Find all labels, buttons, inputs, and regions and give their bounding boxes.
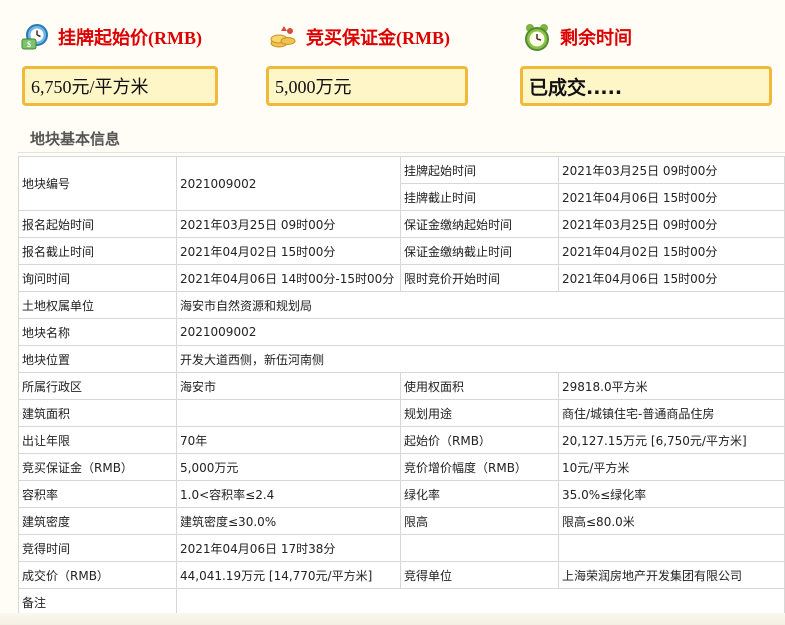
cell-value: 5,000万元 [176,453,401,481]
table-row: 地块名称 2021009002 [18,318,785,346]
cell-value: 开发大道西侧，新伍河南侧 [176,345,785,373]
cell-value: 限高≤80.0米 [558,507,785,535]
cell-value: 建筑密度≤30.0% [176,507,401,535]
table-row: 竞买保证金（RMB） 5,000万元 竞价增价幅度（RMB） 10元/平方米 [18,453,785,481]
start-price-title: $ 挂牌起始价(RMB) [20,22,202,52]
cell-value: 2021年04月06日 14时00分-15时00分 [176,264,401,292]
cell-value: 20,127.15万元 [6,750元/平方米] [558,426,785,454]
cell-label: 地块编号 [18,156,177,211]
cell-value: 商住/城镇住宅-普通商品住房 [558,399,785,427]
cell-value: 2021年03月25日 09时00分 [558,210,785,238]
remaining-time-title: 剩余时间 [522,22,632,52]
cell-value: 29818.0平方米 [558,372,785,400]
cell-label: 建筑面积 [18,399,177,427]
table-row: 竞得时间 2021年04月06日 17时38分 [18,534,785,562]
cell-value: 1.0<容积率≤2.4 [176,480,401,508]
cell-label: 起始价（RMB） [400,426,559,454]
cell-label: 竞得时间 [18,534,177,562]
remaining-time-value-box: 已成交..... [520,66,772,106]
start-price-label: 挂牌起始价(RMB) [58,28,202,48]
cell-value: 2021年04月06日 17时38分 [176,534,401,562]
cell-label: 容积率 [18,480,177,508]
start-price-value-box: 6,750元/平方米 [22,66,218,106]
cell-value [558,534,785,562]
cell-label: 报名起始时间 [18,210,177,238]
cell-value: 2021009002 [176,318,785,346]
cell-value: 上海荣润房地产开发集团有限公司 [558,561,785,589]
cell-label: 限高 [400,507,559,535]
cell-label: 限时竞价开始时间 [400,264,559,292]
cell-label: 挂牌截止时间 [400,183,559,211]
cell-label: 报名截止时间 [18,237,177,265]
table-row: 报名起始时间 2021年03月25日 09时00分 保证金缴纳起始时间 2021… [18,210,785,238]
cell-value: 44,041.19万元 [14,770元/平方米] [176,561,401,589]
cell-label: 询问时间 [18,264,177,292]
table-row: 报名截止时间 2021年04月02日 15时00分 保证金缴纳截止时间 2021… [18,237,785,265]
table-row: 容积率 1.0<容积率≤2.4 绿化率 35.0%≤绿化率 [18,480,785,508]
cell-label: 土地权属单位 [18,291,177,319]
table-row: 所属行政区 海安市 使用权面积 29818.0平方米 [18,372,785,400]
cell-label: 建筑密度 [18,507,177,535]
cell-value: 2021年03月25日 09时00分 [558,156,785,184]
cell-label: 竞得单位 [400,561,559,589]
cell-value: 2021年04月06日 15时00分 [558,264,785,292]
table-row: 建筑密度 建筑密度≤30.0% 限高 限高≤80.0米 [18,507,785,535]
cell-value: 海安市自然资源和规划局 [176,291,785,319]
cell-value: 2021年04月06日 15时00分 [558,183,785,211]
cell-label: 竞买保证金（RMB） [18,453,177,481]
bid-summary-header: $ 挂牌起始价(RMB) 6,750元/平方米 竞买保证金(RMB) 5,000… [0,0,785,118]
section-divider [18,152,785,153]
cell-label: 使用权面积 [400,372,559,400]
start-price-value: 6,750元/平方米 [31,77,149,97]
svg-text:$: $ [27,40,31,49]
cell-value: 2021年04月02日 15时00分 [176,237,401,265]
cell-label: 规划用途 [400,399,559,427]
cell-label: 地块位置 [18,345,177,373]
table-row: 土地权属单位 海安市自然资源和规划局 [18,291,785,319]
cell-value: 10元/平方米 [558,453,785,481]
deposit-title: 竞买保证金(RMB) [268,22,450,52]
alarm-clock-icon [525,24,549,51]
table-row: 地块位置 开发大道西侧，新伍河南侧 [18,345,785,373]
table-row: 备注 [18,588,785,616]
cell-label: 出让年限 [18,426,177,454]
cell-label: 备注 [18,588,177,616]
remaining-time-label: 剩余时间 [560,28,632,48]
deposit-value-box: 5,000万元 [266,66,468,106]
cell-label: 所属行政区 [18,372,177,400]
cell-label: 成交价（RMB） [18,561,177,589]
table-row: 地块编号 2021009002 挂牌起始时间 2021年03月25日 09时00… [18,156,785,211]
cell-value: 70年 [176,426,401,454]
table-row: 询问时间 2021年04月06日 14时00分-15时00分 限时竞价开始时间 … [18,264,785,292]
coins-icon [270,26,296,48]
cell-label: 绿化率 [400,480,559,508]
cell-value: 2021009002 [176,156,401,211]
cell-value: 海安市 [176,372,401,400]
cell-value [176,588,785,616]
cell-value: 35.0%≤绿化率 [558,480,785,508]
table-row: 成交价（RMB） 44,041.19万元 [14,770元/平方米] 竞得单位 … [18,561,785,589]
money-clock-icon: $ [21,24,48,50]
land-info-table: 地块编号 2021009002 挂牌起始时间 2021年03月25日 09时00… [18,156,785,616]
deposit-label: 竞买保证金(RMB) [306,28,450,48]
page-bottom-edge [0,613,785,625]
cell-value: 2021年04月02日 15时00分 [558,237,785,265]
deposit-value: 5,000万元 [275,77,352,97]
cell-label [400,534,559,562]
cell-value [176,399,401,427]
table-row: 出让年限 70年 起始价（RMB） 20,127.15万元 [6,750元/平方… [18,426,785,454]
cell-label: 挂牌起始时间 [400,156,559,184]
cell-label: 地块名称 [18,318,177,346]
deal-status: 已成交..... [529,76,623,99]
cell-label: 竞价增价幅度（RMB） [400,453,559,481]
cell-label: 保证金缴纳截止时间 [400,237,559,265]
cell-value: 2021年03月25日 09时00分 [176,210,401,238]
cell-label: 保证金缴纳起始时间 [400,210,559,238]
section-title: 地块基本信息 [30,132,121,148]
table-row: 建筑面积 规划用途 商住/城镇住宅-普通商品住房 [18,399,785,427]
